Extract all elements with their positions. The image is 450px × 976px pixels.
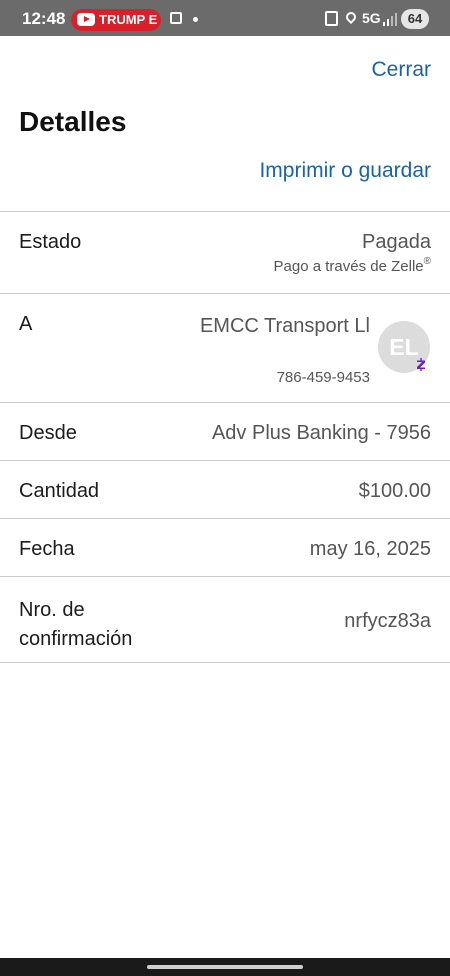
divider (0, 460, 450, 461)
status-time: 12:48 (22, 9, 66, 28)
divider (0, 518, 450, 519)
location-icon (343, 9, 359, 25)
nfc-icon (325, 11, 338, 26)
navigation-bar (0, 958, 450, 976)
payment-method-text: Pago a través de Zelle® (273, 256, 431, 275)
youtube-icon (77, 13, 95, 26)
divider (0, 662, 450, 663)
divider (0, 211, 450, 212)
youtube-notification-pill[interactable]: TRUMP E (71, 9, 161, 31)
notification-text: TRUMP E (99, 12, 158, 27)
print-or-save-button[interactable]: Imprimir o guardar (259, 159, 431, 183)
status-label: Estado (19, 231, 82, 253)
confirmation-label: Nro. de confirmación (19, 596, 169, 654)
signal-icon (383, 13, 397, 26)
amount-value: $100.00 (358, 480, 431, 502)
status-bar: 12:48 TRUMP E 5G 64 (0, 0, 450, 36)
amount-label: Cantidad (19, 480, 100, 502)
divider (0, 576, 450, 577)
divider (0, 402, 450, 403)
divider (0, 293, 450, 294)
confirmation-value: nrfycz83a (344, 610, 431, 632)
screenshot-icon (170, 12, 182, 24)
recipient-label: A (19, 313, 33, 335)
home-handle[interactable] (147, 965, 303, 969)
from-account-value: Adv Plus Banking - 7956 (211, 422, 431, 444)
date-value: may 16, 2025 (309, 538, 431, 560)
status-value: Pagada (362, 231, 431, 253)
recipient-phone: 786-459-9453 (276, 369, 370, 386)
notification-dot-icon (193, 17, 198, 22)
recipient-name: EMCC Transport Ll (199, 315, 370, 337)
close-button[interactable]: Cerrar (371, 58, 431, 82)
registered-mark: ® (423, 256, 431, 267)
from-label: Desde (19, 422, 77, 444)
network-type: 5G (362, 10, 381, 26)
confirmation-label-text: Nro. de confirmación (19, 599, 133, 650)
date-label: Fecha (19, 538, 75, 560)
zelle-icon (417, 358, 425, 371)
battery-icon: 64 (401, 9, 429, 29)
page-title: Detalles (19, 106, 127, 137)
payment-method-label: Pago a través de Zelle (273, 258, 424, 275)
